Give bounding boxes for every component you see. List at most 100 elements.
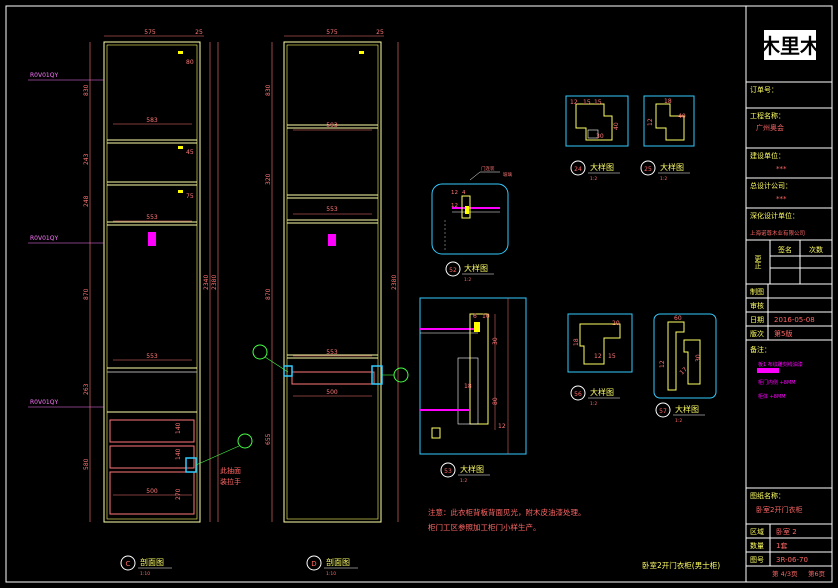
note-2: 柜门工区参照加工柜门小样生产。	[428, 522, 541, 532]
svg-text:830: 830	[265, 84, 272, 96]
svg-text:553: 553	[326, 206, 338, 213]
no-value: 3R-06-70	[776, 556, 808, 564]
svg-text:D: D	[311, 560, 316, 568]
tag-2: R0V01QY	[30, 235, 58, 242]
svg-text:玻璃: 玻璃	[503, 171, 512, 178]
svg-text:1:2: 1:2	[660, 176, 667, 182]
svg-text:12: 12	[659, 360, 666, 368]
general-notes: 注意：此衣柜背板背面见光，附木皮油漆处理。 柜门工区参照加工柜门小样生产。	[428, 507, 586, 532]
no-label: 图号	[750, 556, 764, 564]
dim-c-shelf-2: 553	[146, 214, 158, 221]
dim-c-drawer-1: 140	[175, 422, 182, 434]
label-detail-24: 24 大样图 1:2	[570, 160, 620, 182]
svg-text:大样图: 大样图	[660, 162, 684, 172]
section-c-carcass	[103, 41, 201, 523]
tag-3: R0V01QY	[30, 399, 58, 406]
svg-text:553: 553	[326, 349, 338, 356]
svg-text:655: 655	[265, 433, 272, 445]
drawing-name-value: 卧室2开门衣柜	[756, 505, 802, 514]
svg-text:15: 15	[583, 99, 591, 106]
svg-text:30: 30	[596, 133, 604, 140]
detail-57-text: 60 12 17 30	[659, 315, 702, 376]
section-c-rail	[148, 232, 156, 246]
qty-value: 1套	[776, 541, 787, 550]
dim-c-shelf-1: 583	[146, 117, 158, 124]
dim-c-left-6: 580	[83, 458, 90, 470]
label-detail-56: 56 大样图 1:2	[570, 385, 620, 407]
drawing-canvas: 木里木 订单号： 工程名称： 广州奥会 建设单位： *** 总设计公司： ***…	[5, 5, 833, 583]
date-label: 日期	[750, 316, 764, 324]
svg-text:60: 60	[674, 315, 682, 322]
section-c	[89, 35, 219, 523]
dim-c-d3: 75	[186, 193, 194, 200]
cad-drawing-sheet: 木里木 订单号： 工程名称： 广州奥会 建设单位： *** 总设计公司： ***…	[0, 0, 838, 588]
svg-text:4: 4	[462, 190, 466, 196]
revision-label: 更正	[754, 255, 762, 269]
svg-text:大样图: 大样图	[675, 404, 699, 414]
legend-3: 柜体 +8MM	[758, 393, 786, 400]
svg-text:12: 12	[498, 423, 506, 430]
label-section-d: D 剖面图 1:10	[306, 555, 358, 577]
review-label: 审核	[750, 301, 764, 310]
section-d	[271, 35, 399, 523]
label-detail-57: 57 大样图 1:2	[655, 402, 705, 424]
label-section-c: C 剖面图 1:10	[120, 555, 172, 577]
svg-text:大样图: 大样图	[460, 464, 484, 474]
version-value: 第5版	[774, 329, 792, 338]
dim-c-drawer-w: 500	[146, 488, 158, 495]
svg-text:1:2: 1:2	[460, 478, 467, 484]
detail-25-text: 18 12 40	[647, 98, 686, 126]
svg-text:40: 40	[678, 113, 686, 120]
qty-label: 数量	[750, 541, 764, 550]
svg-text:C: C	[126, 560, 131, 568]
svg-text:18: 18	[664, 98, 672, 105]
label-detail-53: 53 大样图 1:2	[440, 462, 490, 484]
dim-c-shelf-3: 553	[146, 353, 158, 360]
handle-note-2: 装拉手	[220, 477, 241, 486]
handle-note-1: 此抽面	[220, 466, 241, 475]
svg-text:12: 12	[647, 118, 654, 126]
section-c-dims: 575 25 583 553 553 500 80 45 75 830 243 …	[83, 29, 218, 500]
project-value: 广州奥会	[756, 123, 784, 132]
detail-57	[653, 313, 717, 399]
dim-c-right-a: 2340	[203, 275, 210, 290]
svg-text:1:10: 1:10	[326, 571, 336, 577]
svg-text:25: 25	[376, 29, 384, 36]
svg-text:40: 40	[613, 122, 620, 130]
dim-c-drawer-3: 270	[175, 488, 182, 500]
svg-text:53: 53	[444, 468, 452, 475]
remarks-label: 备注：	[750, 345, 771, 354]
order-no-label: 订单号：	[750, 85, 778, 94]
svg-text:17: 17	[678, 366, 688, 376]
page-value-2: 第6页	[808, 569, 826, 578]
dim-c-left-5: 263	[83, 383, 90, 395]
svg-text:18: 18	[464, 383, 472, 390]
svg-text:12: 12	[451, 190, 458, 196]
dim-c-left-1: 830	[83, 84, 90, 96]
svg-text:500: 500	[326, 389, 338, 396]
svg-text:10: 10	[482, 313, 490, 320]
svg-text:15: 15	[608, 353, 616, 360]
section-d-carcass	[283, 41, 382, 523]
rev-col: 次数	[809, 245, 823, 254]
svg-text:30: 30	[695, 354, 702, 362]
drawing-name-label: 图纸名称：	[750, 491, 785, 500]
svg-text:15: 15	[594, 99, 602, 106]
svg-text:870: 870	[265, 288, 272, 300]
svg-text:1:2: 1:2	[675, 418, 682, 424]
svg-text:大样图: 大样图	[464, 263, 488, 273]
svg-text:1:2: 1:2	[590, 401, 597, 407]
label-detail-25: 25 大样图 1:2	[640, 160, 690, 182]
material-tags: R0V01QY R0V01QY R0V01QY	[28, 72, 104, 408]
svg-text:12: 12	[570, 99, 578, 106]
dim-c-left-2: 243	[83, 153, 90, 165]
svg-text:575: 575	[326, 29, 338, 36]
project-label: 工程名称：	[750, 111, 785, 120]
svg-text:1:2: 1:2	[464, 277, 471, 283]
svg-text:52: 52	[449, 267, 457, 274]
company-logo: 木里木	[759, 30, 821, 60]
designer-value: ***	[776, 195, 787, 203]
svg-text:门连装: 门连装	[481, 165, 495, 172]
detail-53	[419, 297, 527, 455]
legend-swatch	[757, 368, 779, 373]
